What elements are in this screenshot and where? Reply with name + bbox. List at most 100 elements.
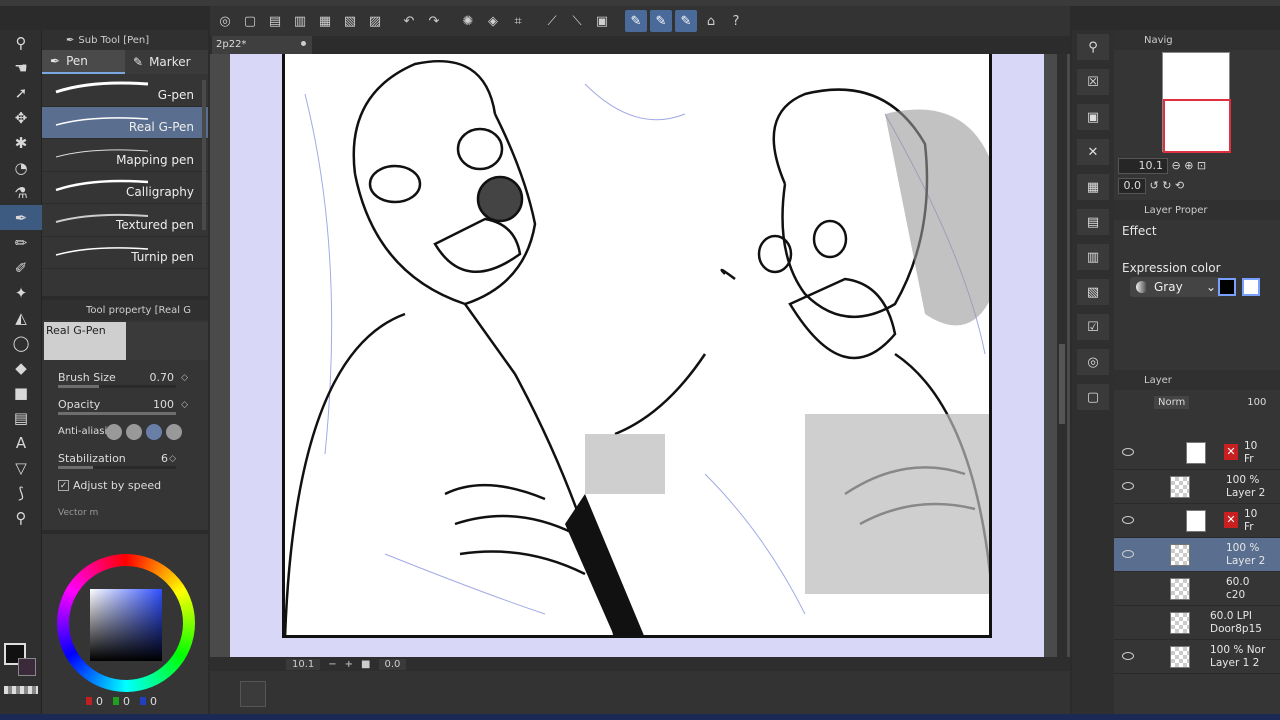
expression-color-select[interactable]: Gray ⌄ bbox=[1130, 277, 1222, 297]
canvas-artwork[interactable] bbox=[282, 54, 992, 638]
undo-icon[interactable]: ↶ bbox=[398, 10, 420, 32]
assets-icon[interactable]: ⌂ bbox=[700, 10, 722, 32]
stabilization-row[interactable]: Stabilization 6 ◇ bbox=[42, 445, 208, 472]
adjust-by-speed-row[interactable]: ✓ Adjust by speed bbox=[42, 472, 208, 499]
anti-alias-none[interactable] bbox=[106, 423, 122, 440]
save-icon[interactable]: ▥ bbox=[289, 10, 311, 32]
brush-item-turnip-pen[interactable]: Turnip pen bbox=[42, 237, 208, 269]
move-icon[interactable]: ✥ bbox=[0, 105, 42, 130]
pen-tool-icon[interactable]: ✒ bbox=[0, 205, 42, 230]
opacity-value[interactable]: 100 bbox=[153, 398, 174, 411]
brush-item-textured-pen[interactable]: Textured pen bbox=[42, 204, 208, 237]
snap-grid-icon[interactable]: ▣ bbox=[591, 10, 613, 32]
anti-alias-weak[interactable] bbox=[126, 423, 142, 440]
pencil-icon[interactable]: ✏ bbox=[0, 230, 42, 255]
export-png-icon[interactable]: ▦ bbox=[314, 10, 336, 32]
snap-ruler-icon[interactable]: ⟋ bbox=[541, 10, 563, 32]
redo-icon[interactable]: ↷ bbox=[423, 10, 445, 32]
navigator-icon[interactable]: ⚲ bbox=[1077, 34, 1109, 60]
subtool-scrollbar[interactable] bbox=[202, 80, 206, 230]
expression-black-swatch[interactable] bbox=[1218, 278, 1236, 296]
auto-action-icon[interactable]: ▢ bbox=[1077, 384, 1109, 410]
layer-opacity-value[interactable]: 100 bbox=[1247, 397, 1266, 408]
ellipse-icon[interactable]: ◯ bbox=[0, 330, 42, 355]
stabilization-value[interactable]: 6 bbox=[161, 452, 168, 465]
panel-toggle-icon[interactable] bbox=[240, 681, 266, 707]
hand-icon[interactable]: ☚ bbox=[0, 55, 42, 80]
export-psd-icon[interactable]: ▨ bbox=[364, 10, 386, 32]
eraser-icon[interactable]: ◭ bbox=[0, 305, 42, 330]
saturation-value-square[interactable] bbox=[90, 589, 162, 661]
zoom-icon[interactable]: ⚲ bbox=[0, 30, 42, 55]
red-value[interactable]: 0 bbox=[96, 695, 103, 708]
tab-pen[interactable]: ✒ Pen bbox=[42, 50, 125, 74]
viewport-frame[interactable] bbox=[1163, 99, 1231, 153]
eye-icon[interactable] bbox=[1122, 652, 1134, 660]
history-icon[interactable]: ▥ bbox=[1077, 244, 1109, 270]
open-icon[interactable]: ▤ bbox=[264, 10, 286, 32]
fill-tool-icon[interactable]: ◆ bbox=[0, 355, 42, 380]
close-panel-icon[interactable]: ✕ bbox=[1077, 139, 1109, 165]
layer-row[interactable]: 100 % Layer 2 bbox=[1114, 470, 1280, 504]
anti-alias-medium[interactable] bbox=[146, 423, 162, 440]
material-icon[interactable]: ▦ bbox=[1077, 174, 1109, 200]
rotation-field[interactable]: 0.0 bbox=[378, 658, 407, 670]
fill-icon[interactable]: ◈ bbox=[482, 10, 504, 32]
eye-icon[interactable] bbox=[1122, 516, 1134, 524]
layer-row[interactable]: ✕ 10 Fr bbox=[1114, 436, 1280, 470]
brush-size-spinner-icon[interactable]: ◇ bbox=[181, 373, 188, 383]
sub-view-icon[interactable]: ☒ bbox=[1077, 69, 1109, 95]
pen-mode-3-icon[interactable]: ✎ bbox=[675, 10, 697, 32]
blue-value[interactable]: 0 bbox=[150, 695, 157, 708]
brush-item-real-g-pen[interactable]: Real G-Pen bbox=[42, 106, 208, 139]
selection-icon[interactable]: ◔ bbox=[0, 155, 42, 180]
eyedropper-icon[interactable]: ⚗ bbox=[0, 180, 42, 205]
color-slider-icon[interactable]: ☑ bbox=[1077, 314, 1109, 340]
animation-icon[interactable]: ◎ bbox=[1077, 349, 1109, 375]
layer-row[interactable]: 60.0 LPI Door8p15 bbox=[1114, 606, 1280, 640]
navigator-thumbnail[interactable] bbox=[1162, 52, 1231, 153]
pen-mode-1-icon[interactable]: ✎ bbox=[625, 10, 647, 32]
airbrush-icon[interactable]: ✦ bbox=[0, 280, 42, 305]
item-bank-icon[interactable]: ▣ bbox=[1077, 104, 1109, 130]
eye-icon[interactable] bbox=[1122, 448, 1134, 456]
pen-mode-2-icon[interactable]: ✎ bbox=[650, 10, 672, 32]
auto-select-icon[interactable]: ✱ bbox=[0, 130, 42, 155]
opacity-row[interactable]: Opacity 100 ◇ bbox=[42, 391, 208, 418]
anti-alias-row[interactable]: Anti-aliasi bbox=[42, 418, 208, 445]
document-tab[interactable]: 2p22* bbox=[212, 36, 312, 54]
figure-icon[interactable]: ⚲ bbox=[0, 505, 42, 530]
sub-color-swatch[interactable] bbox=[18, 658, 36, 676]
color-set-icon[interactable]: ▧ bbox=[1077, 279, 1109, 305]
settings-icon[interactable]: ✺ bbox=[457, 10, 479, 32]
opacity-spinner-icon[interactable]: ◇ bbox=[181, 400, 188, 410]
fit-icon[interactable]: ■ bbox=[361, 659, 370, 670]
text-icon[interactable]: A bbox=[0, 430, 42, 455]
navigator-rotation-field[interactable]: 0.0 bbox=[1118, 178, 1146, 194]
vector-magnet-row[interactable]: Vector m bbox=[42, 499, 208, 526]
transform-icon[interactable]: ⌗ bbox=[507, 10, 529, 32]
brush-size-row[interactable]: Brush Size 0.70 ◇ bbox=[42, 364, 208, 391]
stabilization-spinner-icon[interactable]: ◇ bbox=[169, 454, 176, 464]
brush-icon[interactable]: ✐ bbox=[0, 255, 42, 280]
navigator-zoom-field[interactable]: 10.1 bbox=[1118, 158, 1168, 174]
gradient-icon[interactable]: ■ bbox=[0, 380, 42, 405]
layer-row[interactable]: 60.0 c20 bbox=[1114, 572, 1280, 606]
layer-search-icon[interactable]: ▤ bbox=[1077, 209, 1109, 235]
eye-icon[interactable] bbox=[1122, 550, 1134, 558]
stabilization-slider[interactable] bbox=[58, 466, 94, 469]
frame-icon[interactable]: ▤ bbox=[0, 405, 42, 430]
brush-item-g-pen[interactable]: G-pen bbox=[42, 74, 208, 107]
zoom-in-icon[interactable]: + bbox=[345, 659, 353, 670]
zoom-out-icon[interactable]: − bbox=[328, 659, 336, 670]
layer-row[interactable]: ✕ 10 Fr bbox=[1114, 504, 1280, 538]
brush-size-value[interactable]: 0.70 bbox=[150, 371, 175, 384]
operation-icon[interactable]: ➚ bbox=[0, 80, 42, 105]
adjust-by-speed-checkbox[interactable]: ✓ bbox=[58, 480, 69, 491]
canvas-vertical-scrollbar[interactable] bbox=[1057, 54, 1067, 657]
help-icon[interactable]: ? bbox=[725, 10, 747, 32]
tab-marker[interactable]: ✎ Marker bbox=[125, 50, 208, 74]
brush-size-slider[interactable] bbox=[58, 385, 100, 388]
green-value[interactable]: 0 bbox=[123, 695, 130, 708]
new-file-icon[interactable]: ▢ bbox=[239, 10, 261, 32]
